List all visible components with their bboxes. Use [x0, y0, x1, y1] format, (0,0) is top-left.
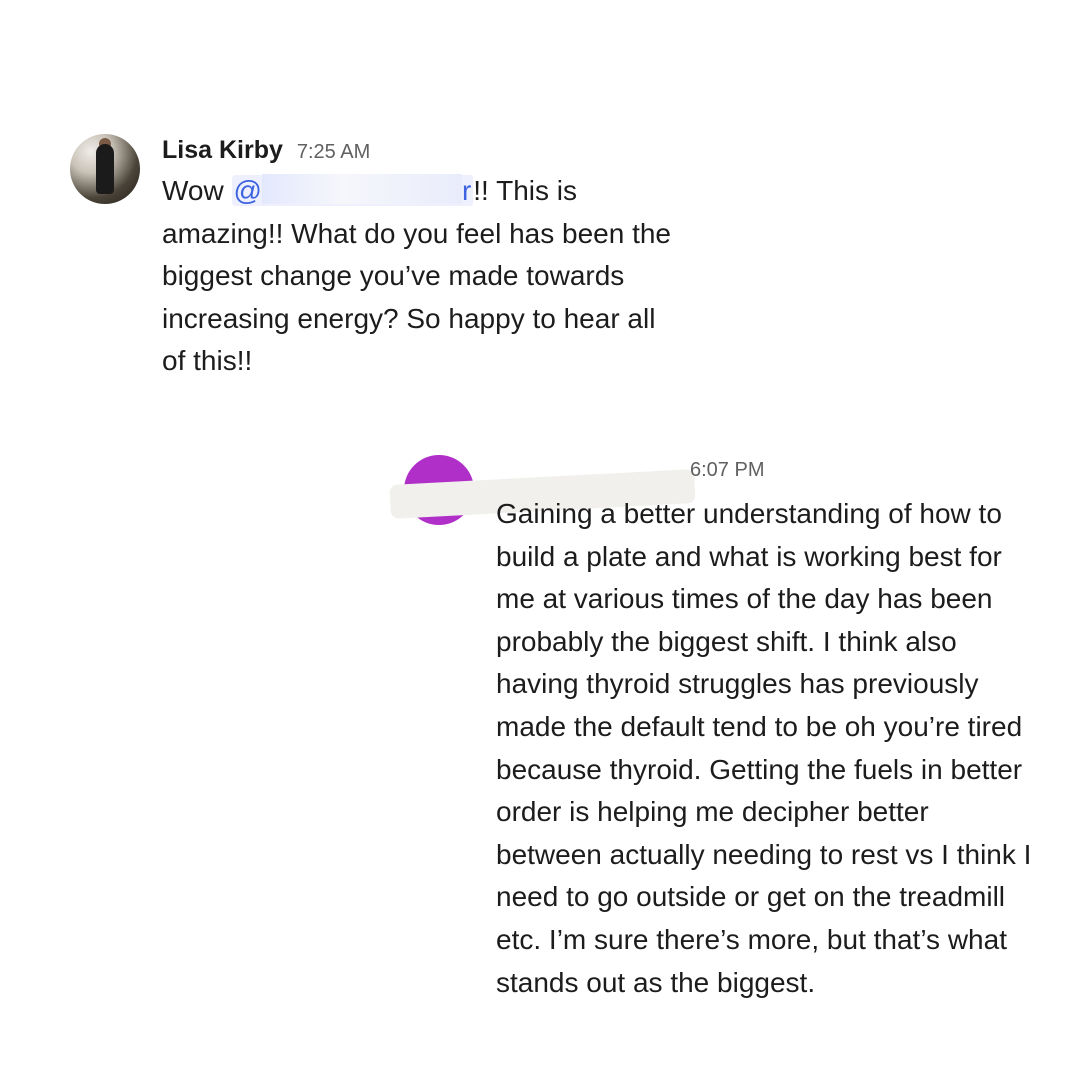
avatar-figure-shape	[96, 144, 114, 194]
redacted-mention-name	[261, 174, 462, 204]
user-mention[interactable]: @ r	[231, 174, 474, 206]
message-timestamp[interactable]: 6:07 PM	[690, 459, 764, 482]
mention-symbol: @	[233, 175, 262, 206]
message-text-prefix: Wow	[162, 175, 232, 206]
sender-name[interactable]: Lisa Kirby	[162, 136, 283, 165]
message-header: Lisa Kirby 7:25 AM	[162, 134, 672, 170]
message-text: Wow @ r!! This is amazing!! What do you f…	[162, 170, 672, 383]
message-content: Lisa Kirby 7:25 AM Wow @ r!! This is amaz…	[162, 134, 672, 383]
mention-trailing: r	[461, 175, 472, 206]
message-text: Gaining a better understanding of how to…	[496, 498, 1032, 998]
message-timestamp[interactable]: 7:25 AM	[297, 141, 370, 164]
message-content: 6:07 PM Gaining a better understanding o…	[496, 455, 1036, 1004]
message-header: 6:07 PM	[496, 455, 1036, 493]
avatar[interactable]	[70, 134, 140, 204]
